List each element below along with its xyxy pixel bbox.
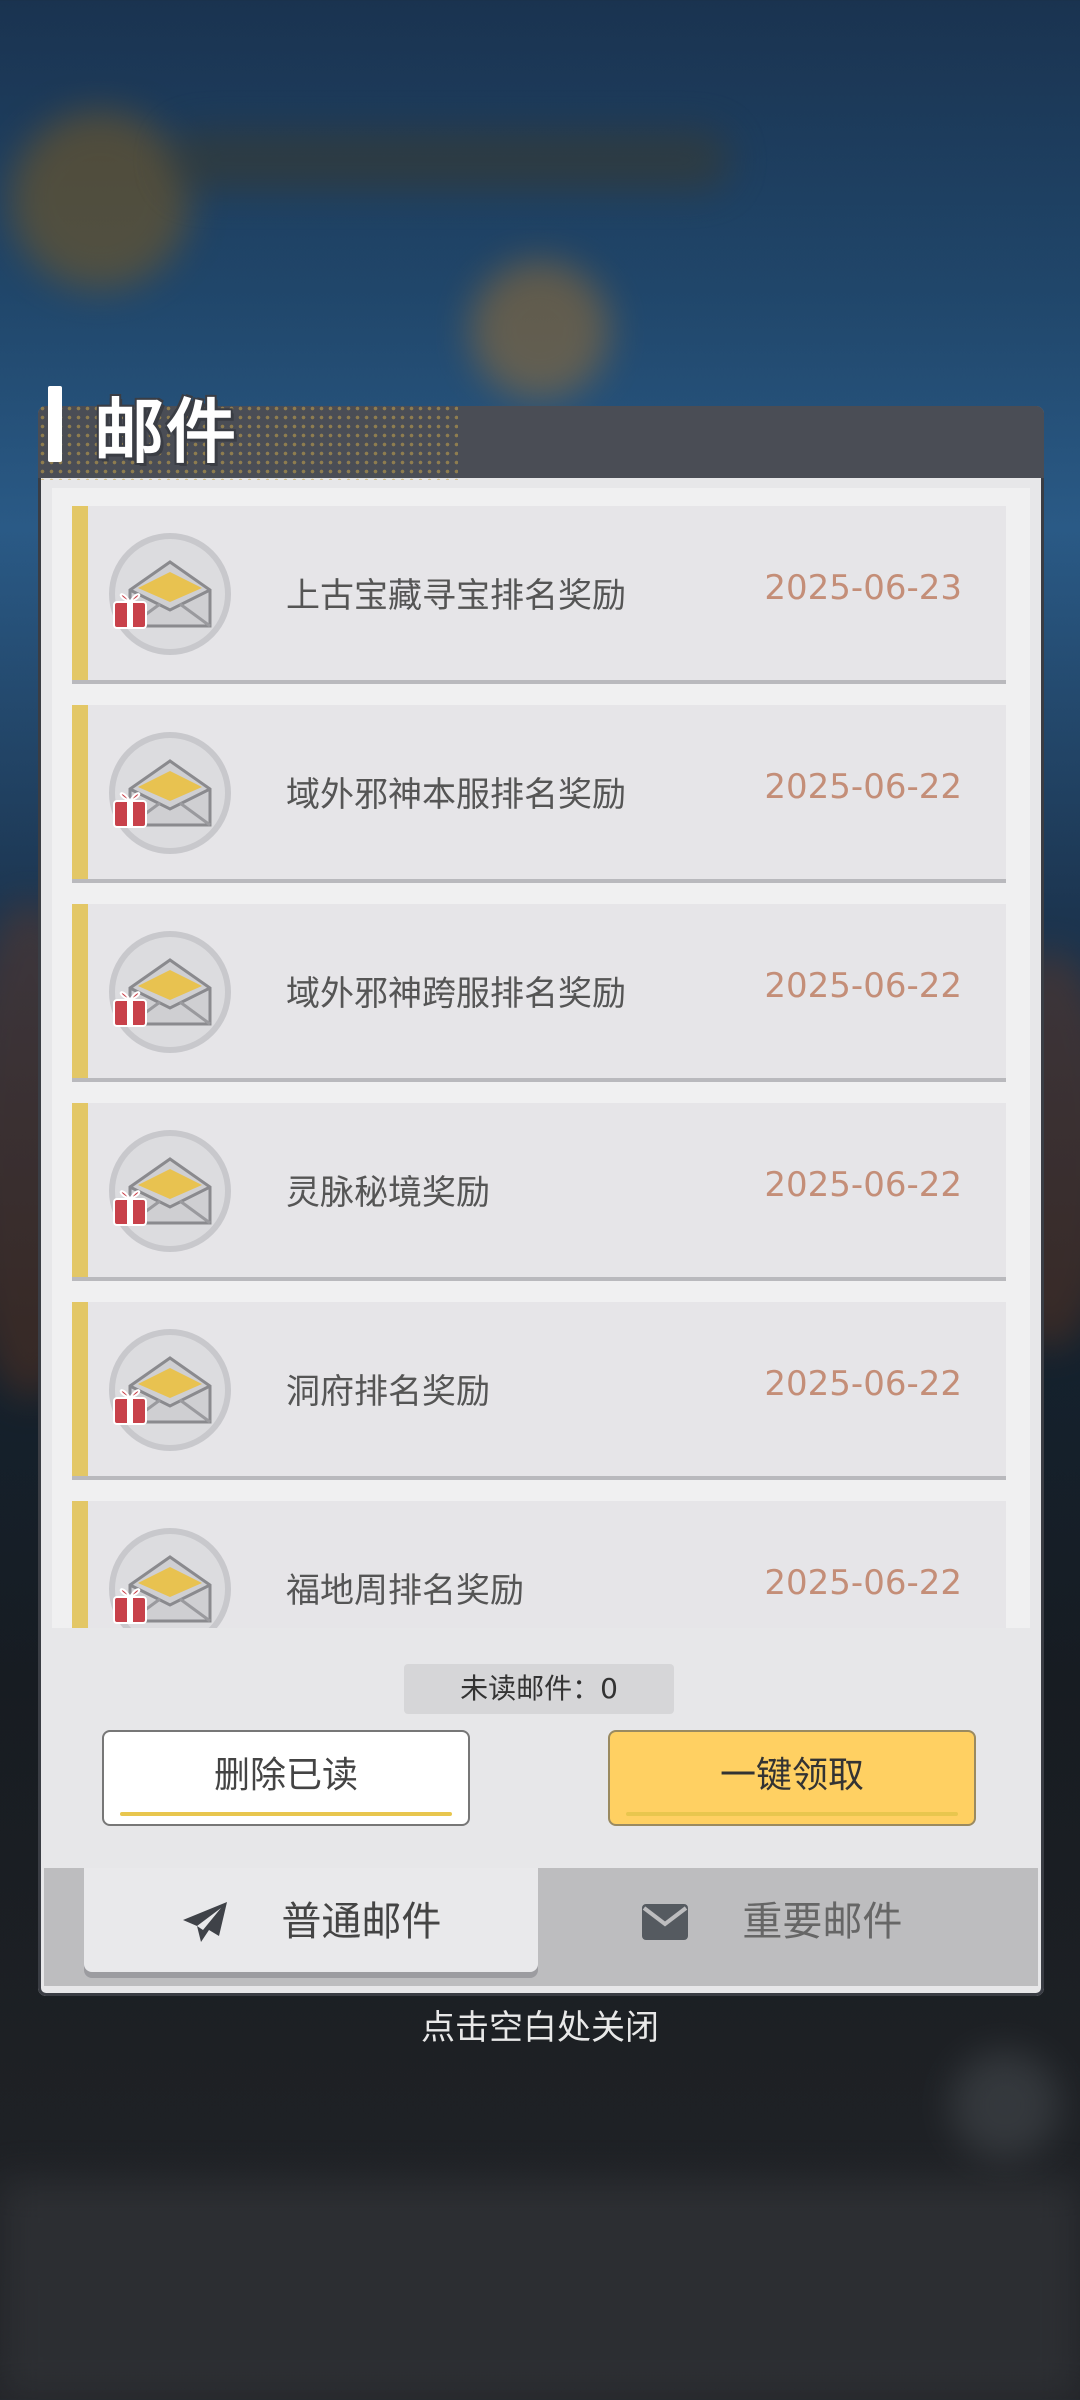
envelope-gift-icon: [109, 1528, 231, 1628]
mail-item[interactable]: 域外邪神跨服排名奖励 2025-06-22: [72, 904, 1006, 1082]
delete-read-button[interactable]: 删除已读: [102, 1730, 470, 1826]
mail-date: 2025-06-22: [764, 1563, 962, 1603]
paper-plane-icon: [182, 1902, 227, 1942]
mail-item[interactable]: 上古宝藏寻宝排名奖励 2025-06-23: [72, 506, 1006, 684]
envelope-gift-icon: [109, 931, 231, 1053]
mail-title: 洞府排名奖励: [286, 1372, 490, 1412]
tab-important-label: 重要邮件: [742, 1899, 903, 1945]
envelope-icon: [641, 1904, 688, 1940]
envelope-gift-icon: [109, 732, 231, 854]
title-marker-bar: [48, 386, 62, 462]
envelope-gift-icon: [109, 533, 231, 655]
envelope-gift-icon: [109, 1329, 231, 1451]
mail-date: 2025-06-23: [764, 568, 962, 608]
background-button-blur: [950, 2050, 1060, 2160]
mail-item[interactable]: 洞府排名奖励 2025-06-22: [72, 1302, 1006, 1480]
mail-accent-bar: [72, 705, 88, 879]
background-avatar-blur: [10, 110, 190, 290]
claim-all-button[interactable]: 一键领取: [608, 1730, 976, 1826]
mail-accent-bar: [72, 506, 88, 680]
tab-important-mail[interactable]: 重要邮件: [544, 1868, 998, 1972]
tab-normal-mail[interactable]: 普通邮件: [84, 1868, 538, 1972]
mail-item[interactable]: 福地周排名奖励 2025-06-22: [72, 1501, 1006, 1628]
mail-item[interactable]: 灵脉秘境奖励 2025-06-22: [72, 1103, 1006, 1281]
mail-tabs: 普通邮件 重要邮件: [44, 1868, 1038, 1986]
mail-date: 2025-06-22: [764, 1165, 962, 1205]
mail-title: 域外邪神本服排名奖励: [286, 775, 626, 815]
panel-title: 邮件: [94, 391, 238, 473]
mail-date: 2025-06-22: [764, 1364, 962, 1404]
mail-list[interactable]: 上古宝藏寻宝排名奖励 2025-06-23 域外邪神本服排名奖励 2025-06…: [52, 488, 1030, 1628]
mail-date: 2025-06-22: [764, 767, 962, 807]
close-hint[interactable]: 点击空白处关闭: [0, 2000, 1080, 2049]
mail-title: 域外邪神跨服排名奖励: [286, 974, 626, 1014]
panel-title-wrap: 邮件: [38, 380, 478, 480]
delete-read-label: 删除已读: [213, 1755, 358, 1796]
envelope-gift-icon: [109, 1130, 231, 1252]
mail-title: 上古宝藏寻宝排名奖励: [286, 576, 626, 616]
mail-accent-bar: [72, 904, 88, 1078]
mail-accent-bar: [72, 1302, 88, 1476]
tab-normal-label: 普通邮件: [281, 1899, 442, 1945]
mail-accent-bar: [72, 1103, 88, 1277]
background-lantern-blur: [470, 260, 610, 400]
mail-title: 灵脉秘境奖励: [286, 1173, 490, 1213]
mail-title: 福地周排名奖励: [286, 1571, 524, 1611]
mail-accent-bar: [72, 1501, 88, 1628]
mail-date: 2025-06-22: [764, 966, 962, 1006]
background-banner-blur: [170, 130, 730, 190]
mail-item[interactable]: 域外邪神本服排名奖励 2025-06-22: [72, 705, 1006, 883]
button-underline: [120, 1812, 452, 1816]
button-underline: [626, 1812, 958, 1816]
unread-count: 未读邮件：0: [404, 1664, 674, 1714]
claim-all-label: 一键领取: [719, 1755, 864, 1796]
background-bottom-nav-blur: [0, 2180, 1080, 2400]
